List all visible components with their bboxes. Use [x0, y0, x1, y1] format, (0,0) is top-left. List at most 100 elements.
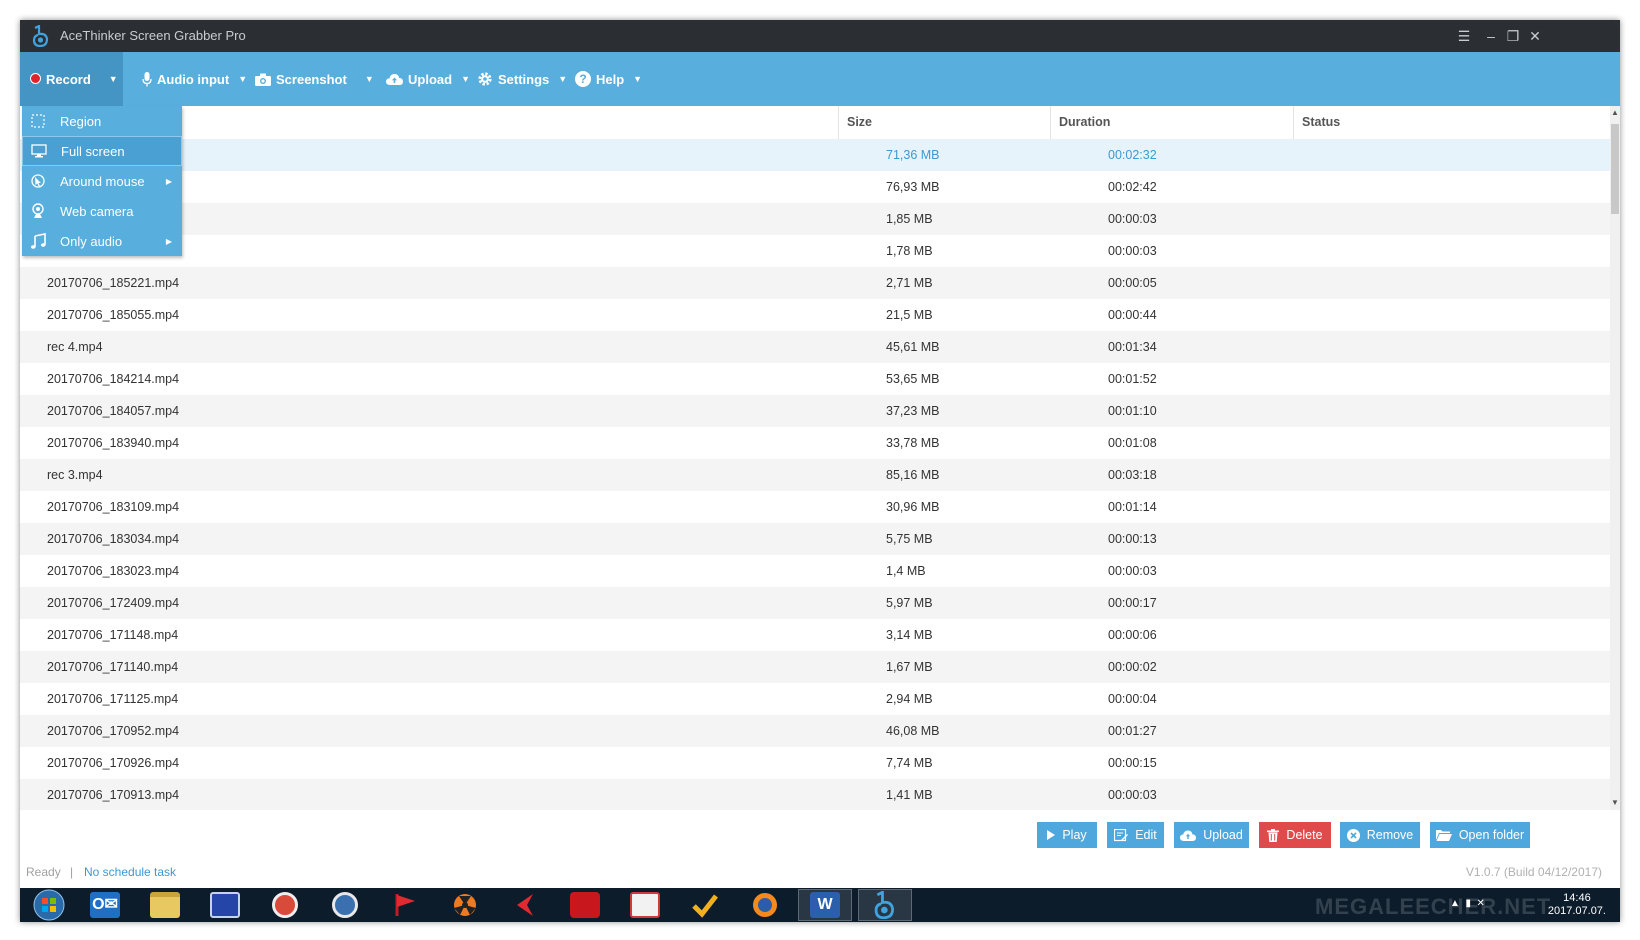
- duration-cell: 00:00:05: [1108, 276, 1157, 290]
- upload-button[interactable]: Upload ▼: [386, 52, 470, 106]
- word-icon[interactable]: W: [798, 889, 852, 921]
- folder-icon: [1435, 829, 1452, 841]
- table-row[interactable]: 20170706_184214.mp4 53,65 MB 00:01:52: [20, 363, 1610, 395]
- edit-label: Edit: [1135, 828, 1157, 842]
- table-row[interactable]: 20170706_185221.mp4 2,71 MB 00:00:05: [20, 267, 1610, 299]
- table-row[interactable]: 20170706_183034.mp4 5,75 MB 00:00:13: [20, 523, 1610, 555]
- microphone-icon: [142, 71, 152, 86]
- remove-label: Remove: [1366, 828, 1414, 842]
- outlook-icon[interactable]: O✉: [78, 889, 132, 921]
- chevron-down-icon: ▼: [461, 74, 470, 84]
- size-cell: 5,97 MB: [886, 596, 933, 610]
- question-icon: ?: [575, 71, 591, 87]
- table-row[interactable]: 20170706_183940.mp4 33,78 MB 00:01:08: [20, 427, 1610, 459]
- table-row[interactable]: 1,85 MB 00:00:03: [20, 203, 1610, 235]
- system-tray-icons[interactable]: ▲ ▮ ✕: [1450, 898, 1485, 909]
- table-row[interactable]: 20170706_171125.mp4 2,94 MB 00:00:04: [20, 683, 1610, 715]
- delete-button[interactable]: Delete: [1259, 822, 1331, 848]
- status-bar: Ready | No schedule task V1.0.7 (Build 0…: [20, 856, 1620, 888]
- size-cell: 21,5 MB: [886, 308, 933, 322]
- duration-cell: 00:01:10: [1108, 404, 1157, 418]
- restore-button[interactable]: ❐: [1502, 20, 1524, 52]
- upload-label: Upload: [408, 71, 453, 87]
- column-header-size[interactable]: Size: [838, 106, 1050, 139]
- app-window: AceThinker Screen Grabber Pro ☰ – ❐ ✕ Re…: [20, 20, 1620, 922]
- table-row[interactable]: rec 3.mp4 85,16 MB 00:03:18: [20, 459, 1610, 491]
- minimize-button[interactable]: –: [1480, 20, 1502, 52]
- windows-start-icon[interactable]: [22, 889, 76, 921]
- table-row[interactable]: 20170706_170913.mp4 1,41 MB 00:00:03: [20, 779, 1610, 810]
- edit-button[interactable]: Edit: [1107, 822, 1164, 848]
- cloud-upload-icon: [1180, 830, 1197, 841]
- chevron-down-icon: ▼: [633, 74, 643, 84]
- column-header-status[interactable]: Status: [1293, 106, 1610, 139]
- save-disk-icon[interactable]: [198, 889, 252, 921]
- size-cell: 45,61 MB: [886, 340, 940, 354]
- menu-item-region[interactable]: Region: [22, 106, 182, 136]
- size-cell: 2,71 MB: [886, 276, 933, 290]
- duration-cell: 00:01:27: [1108, 724, 1157, 738]
- window-title: AceThinker Screen Grabber Pro: [60, 28, 246, 43]
- open-folder-button[interactable]: Open folder: [1430, 822, 1530, 848]
- table-row[interactable]: 20170706_170926.mp4 7,74 MB 00:00:15: [20, 747, 1610, 779]
- help-button[interactable]: ? Help ▼: [575, 52, 642, 106]
- globe-app-icon[interactable]: [258, 889, 312, 921]
- remove-button[interactable]: Remove: [1340, 822, 1420, 848]
- upload-action-button[interactable]: Upload: [1174, 822, 1249, 848]
- checkmark-app-icon[interactable]: [678, 889, 732, 921]
- play-button[interactable]: Play: [1037, 822, 1097, 848]
- scroll-down-icon[interactable]: ▼: [1610, 796, 1620, 810]
- table-row[interactable]: 20170706_170952.mp4 46,08 MB 00:01:27: [20, 715, 1610, 747]
- settings-button[interactable]: Settings ▼: [477, 52, 567, 106]
- table-row[interactable]: 71,36 MB 00:02:32: [20, 139, 1610, 171]
- screen-grabber-icon[interactable]: [858, 889, 912, 921]
- screenshot-button[interactable]: Screenshot ▼: [255, 52, 374, 106]
- record-button[interactable]: Record ▼: [20, 52, 123, 106]
- duration-cell: 00:02:32: [1108, 148, 1157, 162]
- taskbar-clock[interactable]: 14:46 2017.07.07.: [1548, 892, 1606, 918]
- scrollbar-thumb[interactable]: [1611, 124, 1619, 214]
- table-row[interactable]: 20170706_183109.mp4 30,96 MB 00:01:14: [20, 491, 1610, 523]
- play-label: Play: [1062, 828, 1087, 842]
- size-cell: 1,4 MB: [886, 564, 926, 578]
- media-app-icon[interactable]: [318, 889, 372, 921]
- menu-item-only-audio[interactable]: Only audio ▶: [22, 226, 182, 256]
- table-row[interactable]: rec 4.mp4 45,61 MB 00:01:34: [20, 331, 1610, 363]
- menu-lines-icon[interactable]: ☰: [1453, 20, 1475, 52]
- file-name-cell: 20170706_183940.mp4: [47, 436, 180, 450]
- vertical-scrollbar[interactable]: ▲ ▼: [1610, 106, 1620, 810]
- menu-item-web-camera[interactable]: Web camera: [22, 196, 182, 226]
- menu-item-full-screen[interactable]: Full screen: [22, 136, 182, 166]
- file-name-cell: 20170706_171140.mp4: [47, 660, 179, 674]
- menu-item-around-mouse[interactable]: Around mouse ▶: [22, 166, 182, 196]
- file-name-cell: rec 3.mp4: [47, 468, 103, 482]
- red-box-app-icon[interactable]: [558, 889, 612, 921]
- firefox-icon[interactable]: [738, 889, 792, 921]
- red-flag-app-icon[interactable]: [378, 889, 432, 921]
- audio-input-button[interactable]: Audio input ▼: [142, 52, 247, 106]
- table-row[interactable]: 1,78 MB 00:00:03: [20, 235, 1610, 267]
- file-name-cell: 20170706_171148.mp4: [47, 628, 179, 642]
- table-row[interactable]: 20170706_172409.mp4 5,97 MB 00:00:17: [20, 587, 1610, 619]
- duration-cell: 00:00:44: [1108, 308, 1157, 322]
- table-row[interactable]: 20170706_171140.mp4 1,67 MB 00:00:02: [20, 651, 1610, 683]
- table-row[interactable]: 20170706_185055.mp4 21,5 MB 00:00:44: [20, 299, 1610, 331]
- record-dropdown-menu: Region Full screen Around mouse ▶ Web ca…: [22, 106, 182, 256]
- table-row[interactable]: 20170706_183023.mp4 1,4 MB 00:00:03: [20, 555, 1610, 587]
- schedule-task-link[interactable]: No schedule task: [84, 865, 176, 879]
- table-row[interactable]: 20170706_184057.mp4 37,23 MB 00:01:10: [20, 395, 1610, 427]
- close-button[interactable]: ✕: [1524, 20, 1546, 52]
- size-cell: 33,78 MB: [886, 436, 940, 450]
- handshake-app-icon[interactable]: [618, 889, 672, 921]
- table-row[interactable]: 76,93 MB 00:02:42: [20, 171, 1610, 203]
- radiation-app-icon[interactable]: [438, 889, 492, 921]
- column-header-duration[interactable]: Duration: [1050, 106, 1293, 139]
- scroll-up-icon[interactable]: ▲: [1610, 106, 1620, 120]
- red-arrow-app-icon[interactable]: [498, 889, 552, 921]
- file-explorer-icon[interactable]: [138, 889, 192, 921]
- size-cell: 2,94 MB: [886, 692, 933, 706]
- watermark-text: MEGALEECHER.NET: [1315, 894, 1552, 919]
- file-name-cell: 20170706_170913.mp4: [47, 788, 180, 802]
- table-row[interactable]: 20170706_171148.mp4 3,14 MB 00:00:06: [20, 619, 1610, 651]
- main-toolbar: Record ▼ Audio input ▼ Screenshot ▼ Uplo…: [20, 52, 1620, 106]
